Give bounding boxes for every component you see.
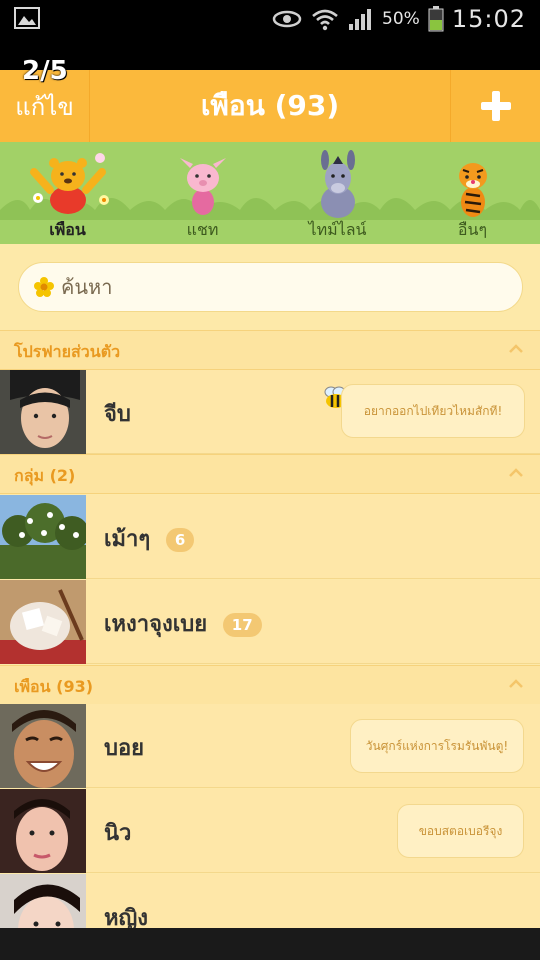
tab-timeline[interactable]: ไทม์ไลน์: [270, 142, 405, 244]
avatar: [0, 704, 86, 788]
section-label: เพือน (93): [14, 677, 94, 696]
piglet-icon: [179, 158, 226, 215]
eye-icon: [272, 10, 302, 28]
tab-chat-label: แชท: [186, 220, 219, 239]
group-name-text: เหงาจุงเบย: [104, 612, 208, 637]
eeyore-icon: [320, 150, 355, 218]
friends-list-panel: ค้นหา โปรฟายส่วนตัว จีบ อยากออกไปเทียวไห…: [0, 244, 540, 928]
section-header-profile[interactable]: โปรฟายส่วนตัว: [0, 330, 540, 370]
status-message-bubble: อยากออกไปเทียวไหมสักที!: [341, 384, 525, 438]
chevron-up-icon: [509, 344, 523, 353]
section-label: โปรฟายส่วนตัว: [14, 342, 121, 361]
chevron-up-icon: [509, 468, 523, 477]
pooh-icon: [29, 153, 109, 214]
group-row[interactable]: เม้าๆ 6: [0, 495, 540, 579]
avatar: [0, 874, 86, 928]
friend-row[interactable]: หญิง: [0, 874, 540, 928]
notification-band: [0, 38, 540, 70]
avatar: [0, 370, 86, 454]
status-message-bubble: วันศุกร์แห่งการโรมรันพันตู!: [350, 719, 524, 773]
page-indicator: 2/5: [22, 56, 68, 86]
group-name: เม้าๆ 6: [104, 521, 195, 556]
profile-row[interactable]: จีบ อยากออกไปเทียวไหมสักที!: [0, 370, 540, 454]
battery-icon: [428, 6, 444, 32]
avatar: [0, 789, 86, 873]
battery-percent: 50%: [382, 9, 420, 29]
tigger-icon: [458, 163, 487, 217]
profile-name: จีบ: [104, 402, 131, 427]
search-placeholder: ค้นหา: [61, 275, 113, 299]
section-label: กลุ่ม (2): [14, 466, 76, 485]
app-header: แก้ไข เพือน (93): [0, 70, 540, 142]
tab-timeline-label: ไทม์ไลน์: [308, 220, 367, 239]
section-header-groups[interactable]: กลุ่ม (2): [0, 454, 540, 494]
add-friend-button[interactable]: [450, 70, 540, 142]
avatar: [0, 495, 86, 579]
chevron-up-icon: [509, 679, 523, 688]
tab-more[interactable]: อืนๆ: [405, 142, 540, 244]
flower-icon: [34, 277, 54, 297]
friend-name: หญิง: [104, 906, 148, 928]
friend-name: บอย: [104, 736, 145, 761]
tab-chat[interactable]: แชท: [135, 142, 270, 244]
group-name: เหงาจุงเบย 17: [104, 606, 262, 641]
page-title: เพือน (93): [200, 89, 340, 122]
group-name-text: เม้าๆ: [104, 527, 151, 552]
search-input[interactable]: ค้นหา: [18, 262, 523, 312]
gallery-icon: [14, 7, 40, 29]
system-nav-bar: [0, 928, 540, 960]
section-header-friends[interactable]: เพือน (93): [0, 665, 540, 705]
signal-icon: [349, 9, 372, 30]
group-row[interactable]: เหงาจุงเบย 17: [0, 580, 540, 664]
friend-row[interactable]: บอย วันศุกร์แห่งการโรมรันพันตู!: [0, 704, 540, 788]
friend-row[interactable]: นิว ขอบสตอเบอรีจุง: [0, 789, 540, 873]
tab-friends[interactable]: เพือน: [0, 142, 135, 244]
friend-name: นิว: [104, 821, 132, 846]
plus-icon: [480, 91, 511, 121]
status-message-bubble: ขอบสตอเบอรีจุง: [397, 804, 524, 858]
tab-friends-label: เพือน: [49, 220, 86, 239]
avatar: [0, 580, 86, 664]
tab-bar: เพือน แชท ไทม์ไลน์ อืนๆ: [0, 142, 540, 244]
member-count-badge: 6: [165, 528, 195, 552]
wifi-icon: [312, 9, 338, 31]
member-count-badge: 17: [222, 613, 262, 637]
clock: 15:02: [451, 5, 526, 33]
search-area: ค้นหา: [0, 244, 540, 330]
tab-more-label: อืนๆ: [457, 220, 488, 239]
status-bar: 50% 15:02: [0, 0, 540, 38]
